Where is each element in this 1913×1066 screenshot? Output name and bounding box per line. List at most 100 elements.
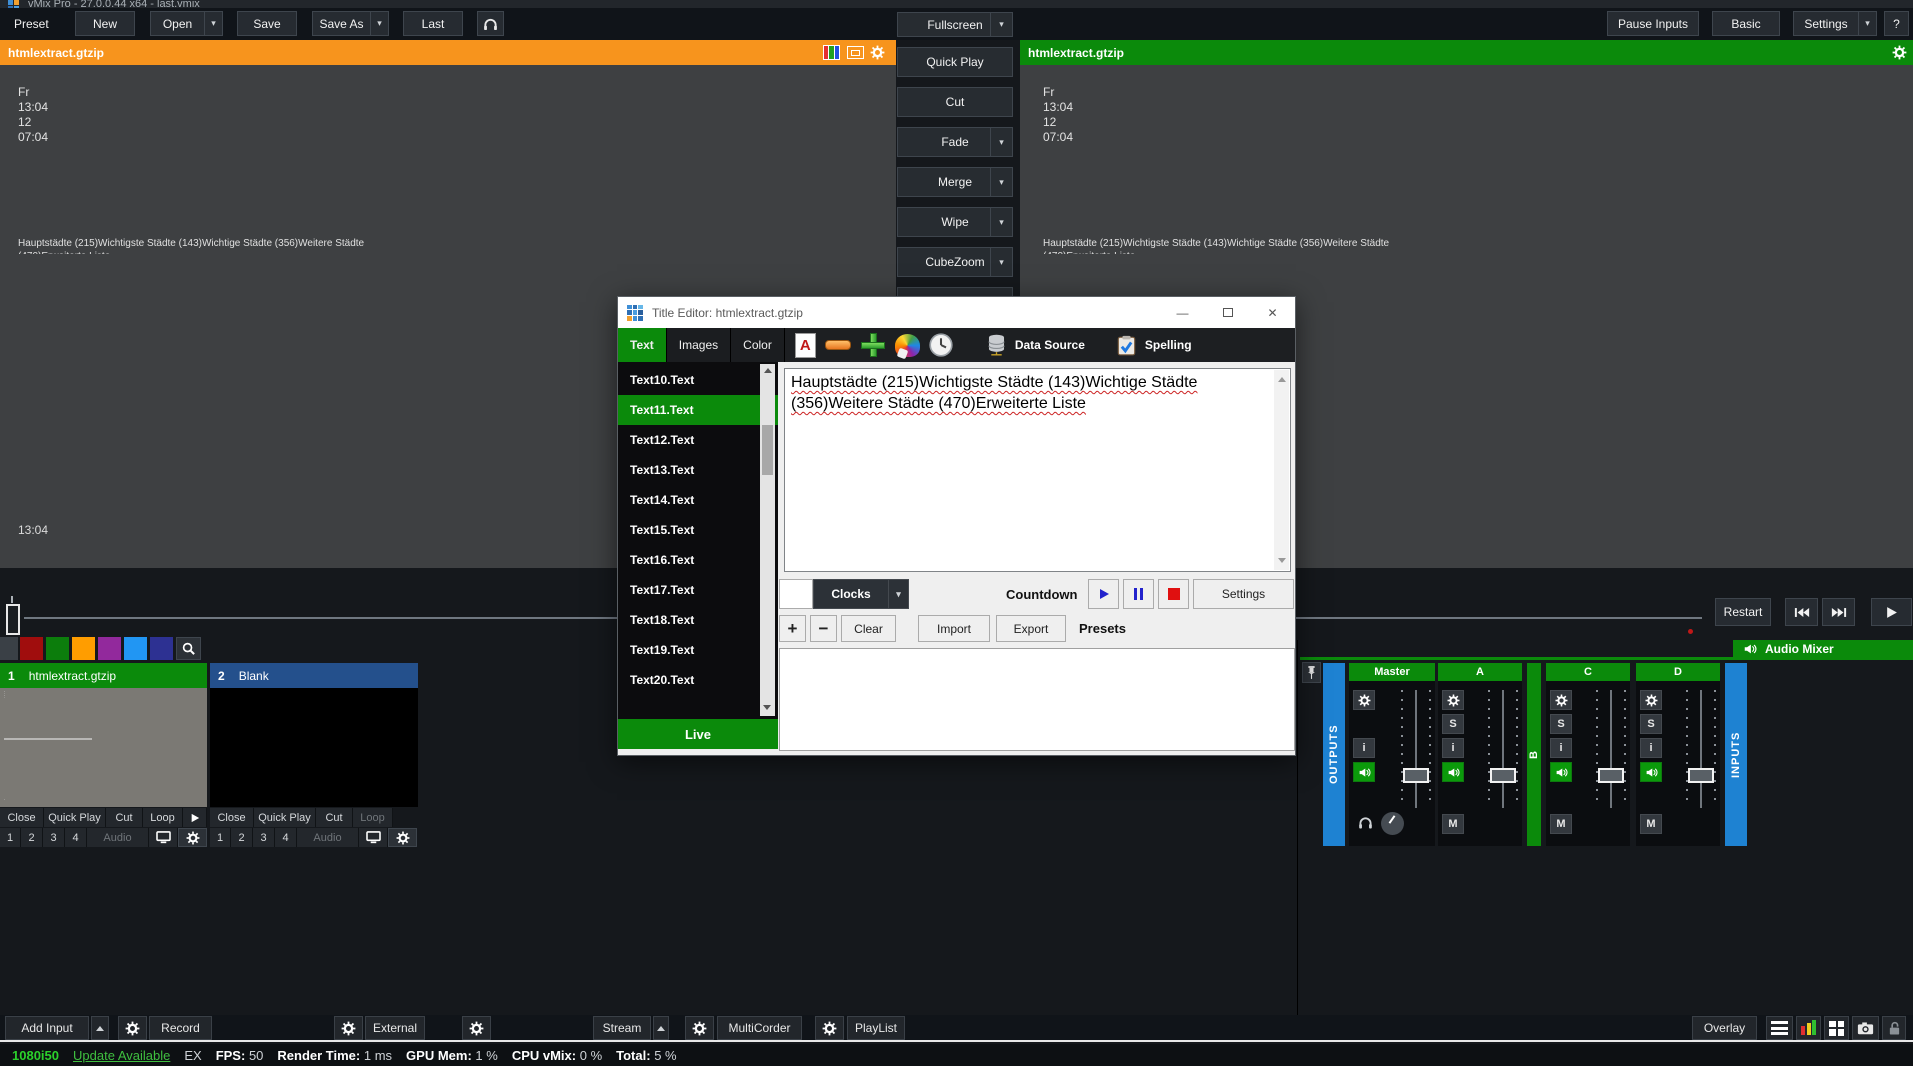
transition-fade-button[interactable]: Fade▾ [897, 127, 1013, 157]
countdown-settings-button[interactable]: Settings [1193, 579, 1294, 609]
font-icon[interactable]: A [795, 333, 816, 358]
tab-color[interactable]: Color [731, 328, 785, 362]
audio-levels-button[interactable] [1796, 1016, 1821, 1040]
a-mute-button[interactable]: M [1442, 814, 1464, 834]
input2-settings-button[interactable] [388, 828, 417, 847]
fade-dropdown[interactable]: ▾ [990, 128, 1012, 156]
a-settings-button[interactable] [1442, 690, 1464, 710]
preset-add-button[interactable]: + [779, 615, 806, 642]
input1-fullscreen-button[interactable] [149, 828, 178, 847]
spelling-button[interactable]: Spelling [1145, 338, 1192, 352]
stream-button[interactable]: Stream [593, 1016, 651, 1040]
snapshot-button[interactable] [1852, 1016, 1879, 1040]
tab-images[interactable]: Images [667, 328, 731, 362]
d-settings-button[interactable] [1640, 690, 1662, 710]
cubezoom-dropdown[interactable]: ▾ [990, 248, 1012, 276]
add-input-menu-button[interactable] [91, 1016, 109, 1040]
pause-inputs-button[interactable]: Pause Inputs [1607, 11, 1699, 36]
input1-audio-button[interactable]: Audio [87, 828, 149, 847]
spelling-icon[interactable] [1117, 335, 1136, 356]
mixer-bus-b-label[interactable]: B [1527, 663, 1541, 846]
input1-bus-3[interactable]: 3 [43, 828, 65, 847]
last-button[interactable]: Last [403, 11, 463, 36]
a-solo-button[interactable]: S [1442, 714, 1464, 734]
d-info-button[interactable]: i [1640, 738, 1662, 758]
swatch-green[interactable] [46, 637, 69, 660]
countdown-play-button[interactable] [1088, 579, 1119, 609]
input1-bus-2[interactable]: 2 [21, 828, 43, 847]
open-button[interactable]: Open ▾ [150, 11, 223, 36]
basic-button[interactable]: Basic [1712, 11, 1780, 36]
input2-quickplay-button[interactable]: Quick Play [254, 808, 316, 827]
field-item[interactable]: Text19.Text [618, 635, 778, 665]
record-settings-button[interactable] [118, 1016, 147, 1040]
scroll-up-icon[interactable] [764, 368, 772, 373]
external-button[interactable]: External [365, 1016, 425, 1040]
transition-cut-button[interactable]: Cut [897, 87, 1013, 117]
transition-merge-button[interactable]: Merge▾ [897, 167, 1013, 197]
help-button[interactable]: ? [1884, 11, 1909, 36]
multiview-button[interactable] [1824, 1016, 1849, 1040]
swatch-navy[interactable] [150, 637, 173, 660]
add-input-button[interactable]: Add Input [5, 1016, 89, 1040]
maximize-icon[interactable] [1205, 297, 1250, 328]
input2-audio-button[interactable]: Audio [297, 828, 359, 847]
transition-cubezoom-button[interactable]: CubeZoom▾ [897, 247, 1013, 277]
transition-quick-play-button[interactable]: Quick Play [897, 47, 1013, 77]
master-speaker-button[interactable] [1353, 762, 1375, 782]
preview-gear-icon[interactable] [870, 45, 885, 60]
clear-button[interactable]: Clear [841, 615, 896, 642]
c-settings-button[interactable] [1550, 690, 1572, 710]
multicorder-button[interactable]: MultiCorder [717, 1016, 802, 1040]
clock-icon[interactable] [929, 333, 953, 357]
a-fader-handle[interactable] [1490, 768, 1516, 783]
d-solo-button[interactable]: S [1640, 714, 1662, 734]
stream-menu-button[interactable] [653, 1016, 669, 1040]
c-info-button[interactable]: i [1550, 738, 1572, 758]
input1-quickplay-button[interactable]: Quick Play [44, 808, 106, 827]
input2-cut-button[interactable]: Cut [316, 808, 353, 827]
tbar-handle[interactable] [6, 604, 20, 635]
countdown-pause-button[interactable] [1123, 579, 1154, 609]
play-input-button[interactable] [1871, 598, 1912, 626]
field-item[interactable]: Text20.Text [618, 665, 778, 695]
field-item[interactable]: Text10.Text [618, 365, 778, 395]
scroll-down-icon[interactable] [763, 705, 771, 710]
color-swatch[interactable] [779, 579, 813, 609]
data-source-button[interactable]: Data Source [1015, 338, 1085, 352]
field-item[interactable]: Text17.Text [618, 575, 778, 605]
headphones-button[interactable] [477, 11, 504, 36]
open-dropdown[interactable]: ▾ [204, 12, 222, 35]
multicorder-settings-button[interactable] [685, 1016, 714, 1040]
mixer-pin-button[interactable] [1302, 662, 1321, 683]
swatch-orange[interactable] [72, 637, 95, 660]
program-gear-icon[interactable] [1892, 45, 1907, 60]
input2-fullscreen-button[interactable] [359, 828, 388, 847]
c-fader-handle[interactable] [1598, 768, 1624, 783]
pip-icon[interactable] [847, 46, 864, 59]
import-button[interactable]: Import [918, 615, 990, 642]
a-info-button[interactable]: i [1442, 738, 1464, 758]
d-mute-button[interactable]: M [1640, 814, 1662, 834]
master-headphones-icon[interactable] [1358, 816, 1373, 829]
master-settings-button[interactable] [1353, 690, 1375, 710]
color-palette-icon[interactable] [895, 334, 920, 357]
color-bars-icon[interactable] [823, 45, 840, 60]
presets-panel[interactable] [779, 648, 1295, 751]
database-icon[interactable] [987, 334, 1006, 356]
input1-cut-button[interactable]: Cut [106, 808, 143, 827]
swatch-red[interactable] [20, 637, 43, 660]
title-text-input[interactable]: Hauptstädte (215)Wichtigste Städte (143)… [784, 368, 1291, 572]
field-item[interactable]: Text13.Text [618, 455, 778, 485]
master-knob[interactable] [1381, 812, 1404, 835]
external-settings-button[interactable] [334, 1016, 363, 1040]
swatch-none[interactable] [0, 637, 18, 660]
close-icon[interactable]: ✕ [1250, 297, 1295, 328]
update-available-link[interactable]: Update Available [73, 1048, 170, 1063]
audio-mixer-bar[interactable]: Audio Mixer [1733, 640, 1913, 658]
field-item[interactable]: Text16.Text [618, 545, 778, 575]
d-fader-handle[interactable] [1688, 768, 1714, 783]
field-item[interactable]: Text14.Text [618, 485, 778, 515]
settings-dropdown[interactable]: ▾ [1858, 12, 1876, 35]
input1-bus-4[interactable]: 4 [65, 828, 87, 847]
